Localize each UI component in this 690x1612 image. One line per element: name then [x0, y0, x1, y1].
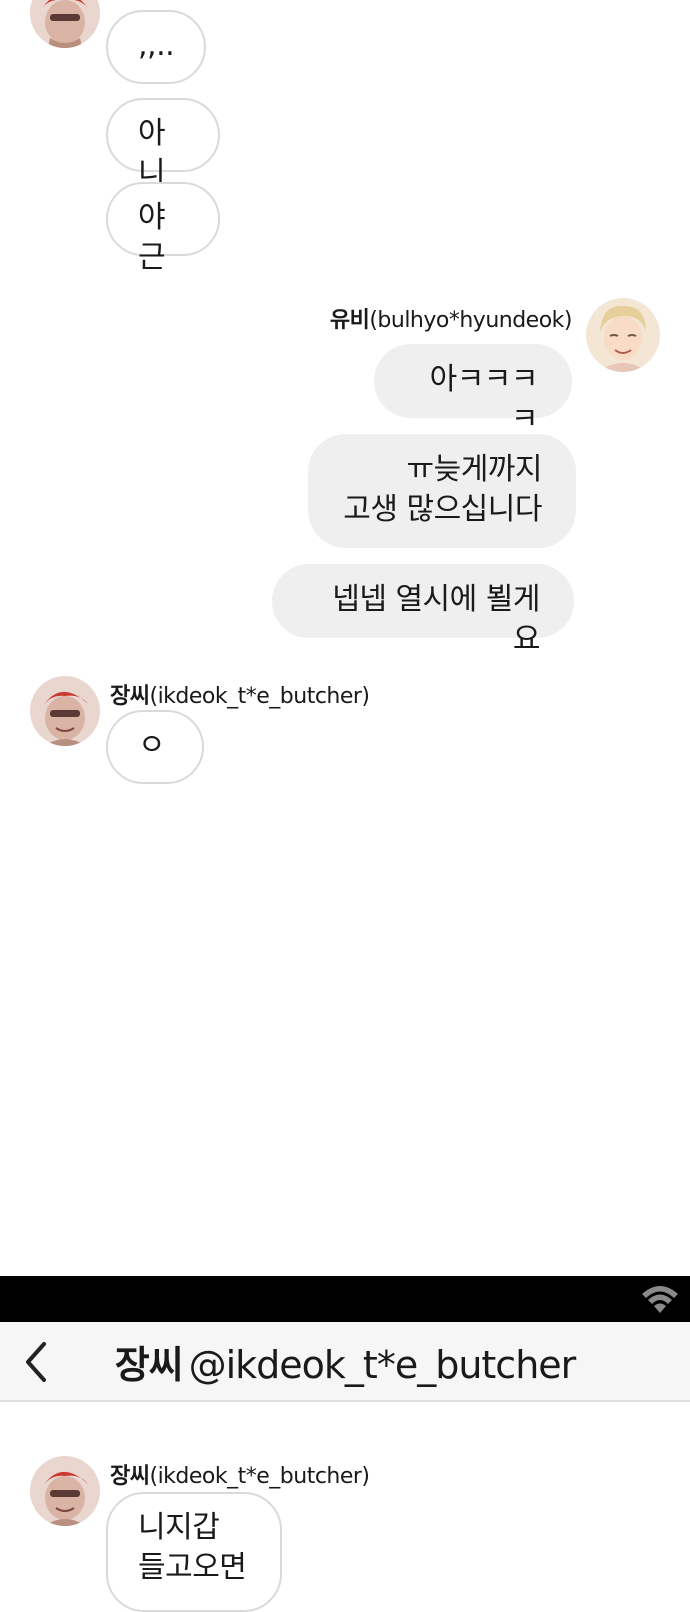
- message-bubble[interactable]: ,,..: [106, 10, 206, 84]
- red-hair-man-avatar[interactable]: [30, 0, 100, 48]
- blonde-man-avatar[interactable]: [586, 298, 660, 372]
- chat-title-handle: @ikdeok_t*e_butcher: [188, 1343, 577, 1387]
- sender-name: 유비: [329, 308, 370, 333]
- message-bubble[interactable]: ㅇ: [106, 710, 204, 784]
- sender-name: 장씨: [110, 1464, 150, 1489]
- sender-name: 장씨: [110, 684, 150, 709]
- sender-label: 유비(bulhyo*hyundeok): [329, 302, 573, 334]
- sender-handle: (bulhyo*hyundeok): [369, 308, 572, 333]
- red-hair-man-avatar[interactable]: [30, 676, 100, 746]
- message-bubble[interactable]: 넵넵 열시에 뵐게요: [272, 564, 574, 657]
- red-hair-man-avatar[interactable]: [30, 1456, 100, 1526]
- message-bubble[interactable]: 야근: [106, 182, 220, 275]
- wifi-icon: [642, 1286, 678, 1313]
- message-bubble[interactable]: 니지갑 들고오면: [106, 1492, 282, 1612]
- chat-title: 장씨 @ikdeok_t*e_butcher: [0, 1334, 690, 1389]
- message-bubble[interactable]: ㅠ늦게까지 고생 많으십니다: [308, 434, 576, 548]
- sender-label: 장씨(ikdeok_t*e_butcher): [110, 1458, 370, 1490]
- message-bubble[interactable]: 아ㅋㅋㅋㅋ: [374, 344, 572, 437]
- sender-handle: (ikdeok_t*e_butcher): [149, 684, 370, 709]
- sender-label: 장씨(ikdeok_t*e_butcher): [110, 678, 370, 710]
- chat-header: 장씨 @ikdeok_t*e_butcher: [0, 1322, 690, 1402]
- sender-handle: (ikdeok_t*e_butcher): [149, 1464, 370, 1489]
- status-bar: [0, 1276, 690, 1322]
- message-bubble[interactable]: 아니: [106, 98, 220, 191]
- chat-title-name: 장씨: [114, 1343, 184, 1387]
